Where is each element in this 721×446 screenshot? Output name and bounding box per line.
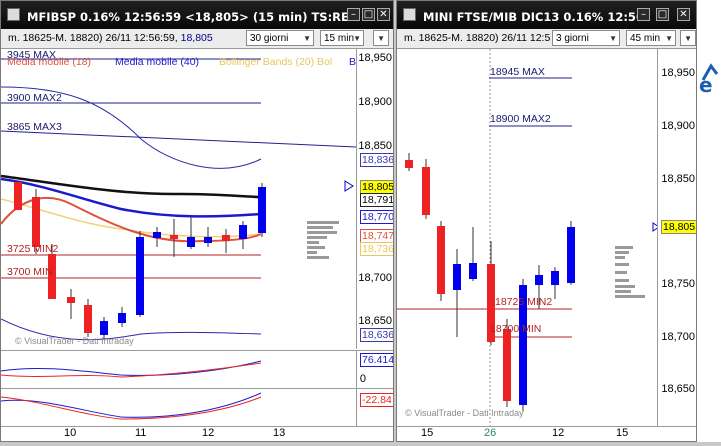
window-title: MFIBSP 0.16% 12:56:59 <18,805> (15 min) …: [27, 10, 349, 24]
interval-select[interactable]: 15 min ▼: [320, 30, 364, 46]
indicator-panel-2[interactable]: [1, 388, 356, 427]
tick: 18,700: [661, 331, 695, 343]
price-chart-svg: [397, 49, 660, 426]
price-tag-current: 18,805: [661, 220, 696, 234]
price-axis[interactable]: 18,950 18,900 18,850 18,836 18,805 18,79…: [356, 49, 393, 349]
date-label: 15: [421, 427, 434, 439]
range-info: m. 18625-M. 18820) 26/11 12:56:59, 18,80…: [8, 32, 213, 44]
level-label-max: 18945 MAX: [490, 66, 545, 78]
level-label-min: 3700 MIN: [7, 266, 53, 278]
last-price: 18,805: [180, 32, 213, 44]
indicator-value: 76.414: [360, 353, 393, 367]
window-title: MINI FTSE/MIB DIC13 0.16% 12:56:: [423, 10, 649, 24]
chart-toolbar: m. 18625-M. 18820) 26/11 12:5 3 giorni ▼ …: [397, 29, 696, 49]
tick: 18,750: [661, 278, 695, 290]
close-button[interactable]: ✕: [677, 8, 690, 21]
level-label-max2: 3900 MAX2: [7, 92, 62, 104]
minimize-button[interactable]: –: [637, 8, 650, 21]
legend-bollinger: Bollinger Bands (20) Bol: [219, 56, 333, 68]
price-chart[interactable]: 3945 MAX Media mobile (18) Media mobile …: [1, 49, 357, 349]
price-tag: 18,747: [360, 229, 393, 243]
date-axis: 15 26 12 15: [397, 426, 696, 441]
chart-window-right[interactable]: MINI FTSE/MIB DIC13 0.16% 12:56: – □ ✕ m…: [396, 0, 697, 442]
watermark: © VisualTrader - Dati Intraday: [15, 336, 134, 346]
chevron-down-icon: ▼: [377, 34, 385, 43]
maximize-button[interactable]: □: [656, 8, 669, 21]
chevron-down-icon: ▼: [684, 34, 692, 43]
indicator-panel-1[interactable]: [1, 350, 356, 388]
volume-profile: [307, 221, 339, 259]
chevron-down-icon: ▼: [665, 34, 673, 43]
minimize-button[interactable]: –: [347, 8, 360, 21]
date-label: 10: [64, 427, 77, 439]
level-label-min2: 3725 MIN2: [7, 243, 59, 255]
indicator-axis-1: 76.414 0: [356, 350, 393, 388]
scroll-button[interactable]: ▼: [680, 30, 696, 46]
tick: 18,900: [661, 120, 695, 132]
indicator-value: -22.84: [360, 393, 393, 407]
chart-window-left[interactable]: MFIBSP 0.16% 12:56:59 <18,805> (15 min) …: [0, 0, 394, 442]
level-label-max3: 3865 MAX3: [7, 121, 62, 133]
level-label-min: 18700 MIN: [490, 323, 542, 335]
volume-profile: [615, 246, 645, 298]
period-select[interactable]: 3 giorni ▼: [552, 30, 620, 46]
date-axis: 10 11 12 13: [1, 426, 393, 441]
legend-mm40: Media mobile (40): [115, 56, 200, 68]
range-info: m. 18625-M. 18820) 26/11 12:5: [404, 32, 551, 44]
price-tag-current: 18,805: [360, 180, 393, 194]
tick: 18,700: [358, 272, 392, 284]
interval-select[interactable]: 45 min ▼: [626, 30, 676, 46]
close-button[interactable]: ✕: [377, 8, 390, 21]
level-label-max2: 18900 MAX2: [490, 113, 551, 125]
level-label-min2: 18725 MIN2: [495, 296, 553, 308]
date-label: 26: [484, 427, 497, 439]
background-chart-edge: e: [697, 0, 721, 442]
maximize-button[interactable]: □: [362, 8, 375, 21]
tick: 18,850: [358, 140, 392, 152]
chart-toolbar: m. 18625-M. 18820) 26/11 12:56:59, 18,80…: [1, 29, 393, 49]
tick: 18,900: [358, 96, 392, 108]
price-chart[interactable]: 18945 MAX 18900 MAX2 18725 MIN2 18700 MI…: [397, 49, 660, 426]
date-label: 15: [616, 427, 629, 439]
tick: 18,650: [358, 315, 392, 327]
candles: [14, 182, 266, 339]
date-label: 12: [552, 427, 565, 439]
window-icon[interactable]: [7, 8, 20, 21]
title-bar[interactable]: MINI FTSE/MIB DIC13 0.16% 12:56: – □ ✕: [397, 1, 696, 29]
tick: 18,950: [661, 67, 695, 79]
price-tag: 18,736: [360, 242, 393, 256]
date-label: 12: [202, 427, 215, 439]
tick: 18,650: [661, 383, 695, 395]
price-tag: 18,636: [360, 328, 393, 342]
tick: 18,950: [358, 52, 392, 64]
candles: [405, 153, 575, 411]
scroll-button[interactable]: ▼: [373, 30, 389, 46]
tick: 18,850: [661, 173, 695, 185]
price-tag: 18,770: [360, 210, 393, 224]
chevron-down-icon: ▼: [353, 34, 361, 43]
price-axis[interactable]: 18,950 18,900 18,850 18,805 18,750 18,70…: [657, 49, 696, 426]
tick: 0: [359, 373, 366, 385]
date-label: 13: [273, 427, 286, 439]
price-tag: 18,791: [360, 193, 393, 207]
legend-mm18: Media mobile (18): [7, 56, 92, 68]
chevron-down-icon: ▼: [609, 34, 617, 43]
period-select[interactable]: 30 giorni ▼: [246, 30, 314, 46]
legend-more: B: [349, 56, 357, 68]
window-icon[interactable]: [403, 8, 416, 21]
indicator-axis-2: -22.84: [356, 388, 393, 427]
title-bar[interactable]: MFIBSP 0.16% 12:56:59 <18,805> (15 min) …: [1, 1, 393, 29]
watermark: © VisualTrader - Dati Intraday: [405, 408, 524, 418]
date-label: 11: [135, 427, 147, 439]
chevron-down-icon: ▼: [303, 34, 311, 43]
svg-text:e: e: [699, 73, 713, 97]
price-tag: 18,836: [360, 153, 393, 167]
